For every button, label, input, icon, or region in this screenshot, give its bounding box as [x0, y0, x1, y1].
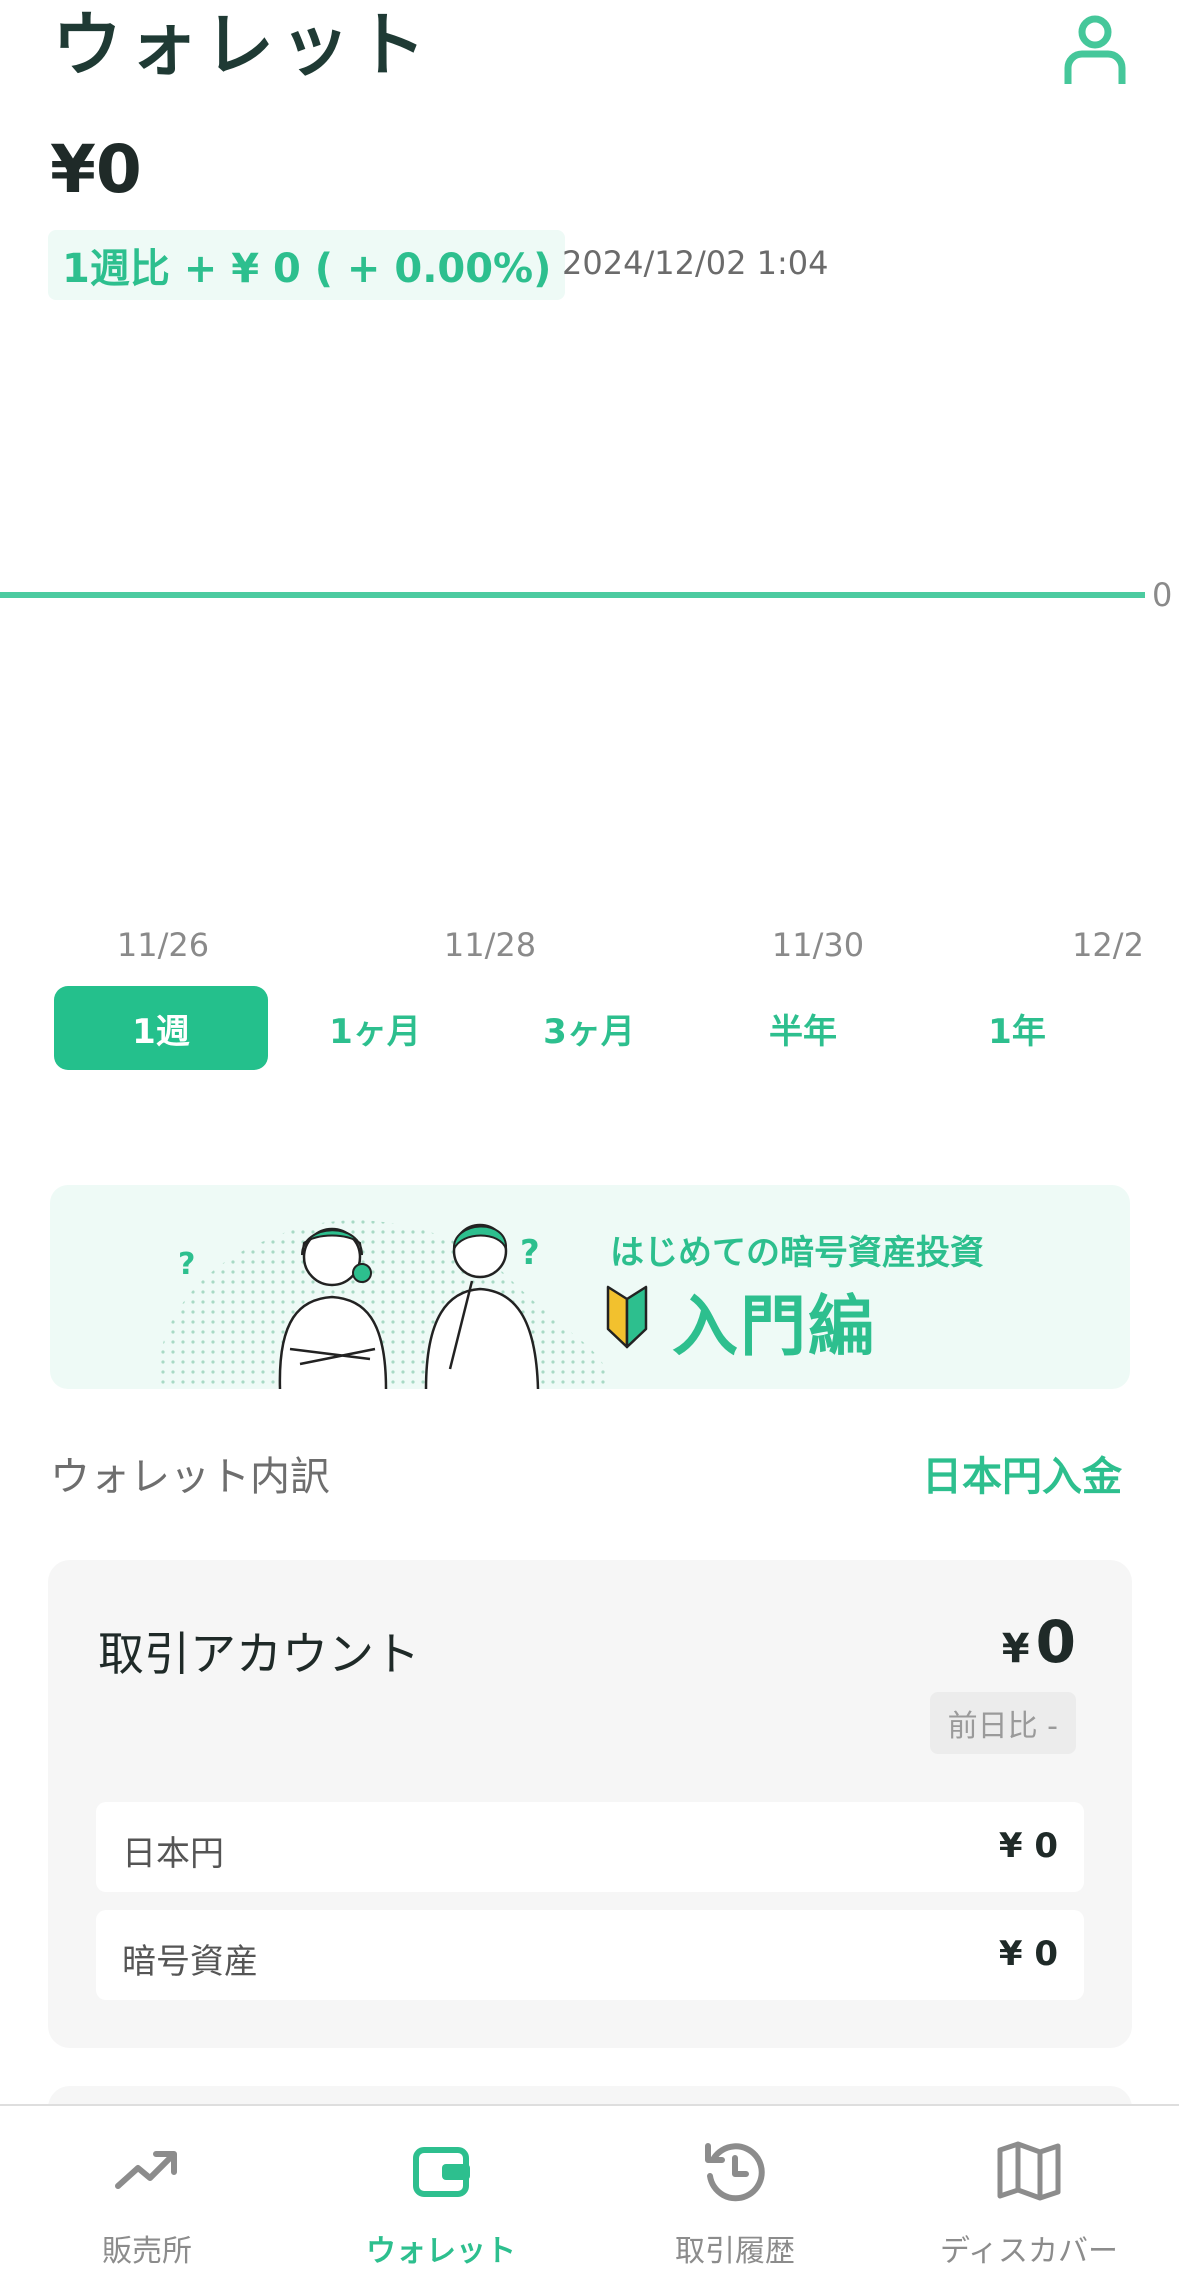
jpy-deposit-link[interactable]: 日本円入金 [922, 1444, 1122, 1502]
x-tick-label: 11/28 [444, 926, 536, 964]
asset-row-crypto[interactable]: 暗号資産 ¥ 0 [96, 1910, 1084, 2000]
nav-item-history[interactable]: 取引履歴 [588, 2106, 882, 2286]
tab-1-year[interactable]: 1年 [910, 986, 1124, 1070]
svg-text:?: ? [178, 1247, 195, 1282]
currency-symbol: ¥ [1001, 1626, 1030, 1672]
nav-label: ディスカバー [940, 2234, 1118, 2269]
x-tick-label: 11/26 [117, 926, 209, 964]
tab-half-year[interactable]: 半年 [696, 986, 910, 1070]
account-title: 取引アカウント [98, 1627, 420, 1681]
tab-label: 1週 [132, 1011, 190, 1052]
asset-value: ¥ 0 [998, 1826, 1058, 1866]
person-icon [1064, 15, 1126, 84]
account-amount: ¥0 [1002, 1608, 1076, 1676]
banner-subtitle: はじめての暗号資産投資 [610, 1233, 984, 1273]
bottom-navigation: 販売所 ウォレット 取引履歴 ディスカバー [0, 2104, 1179, 2288]
tab-3-months[interactable]: 3ヶ月 [482, 986, 696, 1070]
nav-item-wallet[interactable]: ウォレット [294, 2106, 588, 2286]
x-tick-label: 12/2 [1072, 926, 1144, 964]
x-tick-label: 11/30 [772, 926, 864, 964]
nav-label: 販売所 [102, 2234, 192, 2269]
nav-label: ウォレット [366, 2234, 516, 2269]
asset-value: ¥ 0 [998, 1934, 1058, 1974]
banner-title: 入門編 [672, 1288, 876, 1365]
trading-account-card[interactable]: 取引アカウント ¥0 前日比 - 日本円 ¥ 0 暗号資産 ¥ 0 [48, 1560, 1132, 2048]
beginner-mark-icon [606, 1285, 648, 1349]
total-balance: ¥0 [50, 131, 142, 208]
asset-label: 暗号資産 [122, 1942, 258, 1982]
wallet-icon [413, 2147, 470, 2197]
nav-item-discover[interactable]: ディスカバー [882, 2106, 1176, 2286]
tab-1-week[interactable]: 1週 [54, 986, 268, 1070]
amount-value: 0 [1035, 1608, 1076, 1676]
tab-label: 1ヶ月 [329, 1011, 421, 1052]
profile-button[interactable] [1062, 14, 1128, 86]
tab-label: 半年 [769, 1011, 837, 1052]
history-icon [705, 2143, 765, 2202]
map-icon [997, 2141, 1061, 2201]
weekly-change-badge: 1週比 + ¥ 0 ( + 0.00%) [48, 230, 566, 300]
trending-up-icon [115, 2151, 177, 2189]
page-title: ウォレット [52, 4, 432, 86]
nav-item-exchange[interactable]: 販売所 [0, 2106, 294, 2286]
beginner-guide-banner[interactable]: ? ? はじめての暗号資産投資 入門編 [50, 1185, 1130, 1389]
tab-label: 3ヶ月 [543, 1011, 635, 1052]
tab-1-month[interactable]: 1ヶ月 [268, 986, 482, 1070]
y-tick-label: 0 [1152, 576, 1172, 614]
tab-label: 1年 [988, 1011, 1046, 1052]
svg-text:?: ? [520, 1233, 540, 1273]
last-updated-timestamp: 2024/12/02 1:04 [562, 244, 829, 282]
wallet-breakdown-title: ウォレット内訳 [50, 1454, 330, 1500]
nav-label: 取引履歴 [675, 2234, 795, 2269]
asset-label: 日本円 [122, 1834, 224, 1874]
period-tabs: 1週 1ヶ月 3ヶ月 半年 1年 [54, 986, 1124, 1070]
balance-chart: 11/26 11/28 11/30 12/2 0 [0, 576, 1172, 964]
day-change-badge: 前日比 - [929, 1692, 1076, 1754]
banner-illustration: ? ? [158, 1220, 610, 1389]
asset-row-jpy[interactable]: 日本円 ¥ 0 [96, 1802, 1084, 1892]
